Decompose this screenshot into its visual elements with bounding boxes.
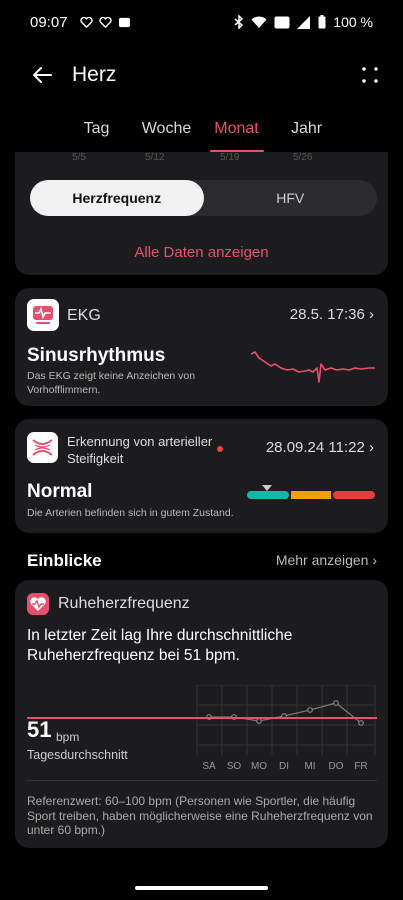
notification-heart-icon [79,16,93,28]
resting-sublabel: Tagesdurchschnitt [27,748,128,762]
new-indicator-dot [217,446,223,452]
chart-x-axis: 5/5 5/12 5/19 5/26 [15,152,388,164]
chevron-right-icon: › [369,306,374,323]
arterial-date: 28.09.24 11:22 › [266,439,374,456]
tab-week[interactable]: Woche [132,116,202,154]
ekg-waveform-icon [251,351,375,383]
arterial-result: Normal [27,481,93,502]
average-line [27,717,377,719]
bluetooth-icon [234,15,244,29]
resting-heart-rate-card[interactable]: Ruheherzfrequenz In letzter Zeit lag Ihr… [15,580,388,848]
day-label: SA [202,761,216,772]
insights-header: Einblicke Mehr anzeigen › [27,548,377,572]
segment-hrv[interactable]: HFV [204,180,378,216]
signal-icon [297,15,311,29]
day-label: FR [354,761,367,772]
arterial-title: Erkennung von arterieller Steifigkeit [67,434,213,466]
status-bar: 09:07 100 % [0,0,403,44]
day-label: MI [304,761,315,772]
app-header: Herz [0,50,403,100]
wifi-icon [251,16,267,28]
stiffness-scale-bar [247,485,375,499]
insights-title: Einblicke [27,551,102,570]
back-arrow-icon[interactable] [30,63,54,87]
show-all-data-link[interactable]: Alle Daten anzeigen [15,244,388,261]
show-more-text: Mehr anzeigen [275,552,369,568]
show-more-link[interactable]: Mehr anzeigen › [276,552,377,568]
page-title: Herz [72,63,117,86]
arterial-app-icon [27,432,58,463]
heart-rate-card: 5/5 5/12 5/19 5/26 Herzfrequenz HFV Alle… [15,152,388,275]
metric-segmented-control: Herzfrequenz HFV [30,180,377,216]
arterial-stiffness-card[interactable]: Erkennung von arterieller Steifigkeit 28… [15,419,388,533]
arterial-date-text: 28.09.24 11:22 [265,439,365,456]
x-tick-label: 5/19 [220,152,240,163]
resting-value: 51 [27,717,52,742]
notification-app-icon [118,17,130,27]
ekg-date-text: 28.5. 17:36 [289,306,365,323]
more-options-icon[interactable] [361,66,379,84]
day-label: SO [227,761,242,772]
status-right: 100 % [234,14,373,30]
home-indicator[interactable] [135,886,268,890]
notification-icons [79,16,131,28]
resting-summary: In letzter Zeit lag Ihre durchschnittlic… [27,627,293,664]
chevron-right-icon: › [372,552,377,568]
reference-note: Referenzwert: 60–100 bpm (Personen wie S… [27,794,373,837]
period-tabs: Tag Woche Monat Jahr [0,116,403,154]
ekg-description: Das EKG zeigt keine Anzeichen von Vorhof… [27,370,196,396]
x-tick-label: 5/26 [293,152,313,163]
arterial-description: Die Arterien befinden sich in gutem Zust… [27,507,234,519]
heart-rate-icon [27,593,49,615]
status-time: 09:07 [30,13,68,31]
ekg-app-icon [27,299,59,331]
ekg-title: EKG [67,307,101,324]
resting-unit: bpm [56,730,80,744]
segment-heart-rate[interactable]: Herzfrequenz [30,180,204,216]
divider [27,780,377,781]
x-tick-label: 5/12 [145,152,165,163]
resting-title: Ruheherzfrequenz [58,595,190,612]
ekg-result: Sinusrhythmus [27,345,166,366]
ekg-date: 28.5. 17:36 › [290,306,374,323]
tab-month[interactable]: Monat [202,116,272,154]
volte-icon [274,16,290,28]
tab-day[interactable]: Tag [62,116,132,154]
ekg-card[interactable]: EKG 28.5. 17:36 › Sinusrhythmus Das EKG … [15,288,388,406]
day-label: DI [279,761,289,772]
battery-icon [318,15,326,29]
resting-weekly-chart: SA SO MO DI MI DO FR [196,685,376,772]
tab-year[interactable]: Jahr [272,116,342,154]
day-label: MO [251,761,267,772]
x-tick-label: 5/5 [72,152,86,163]
day-label: DO [329,761,344,772]
battery-percent: 100 % [333,14,373,30]
notification-heart-icon [98,16,112,28]
chevron-right-icon: › [369,439,374,456]
